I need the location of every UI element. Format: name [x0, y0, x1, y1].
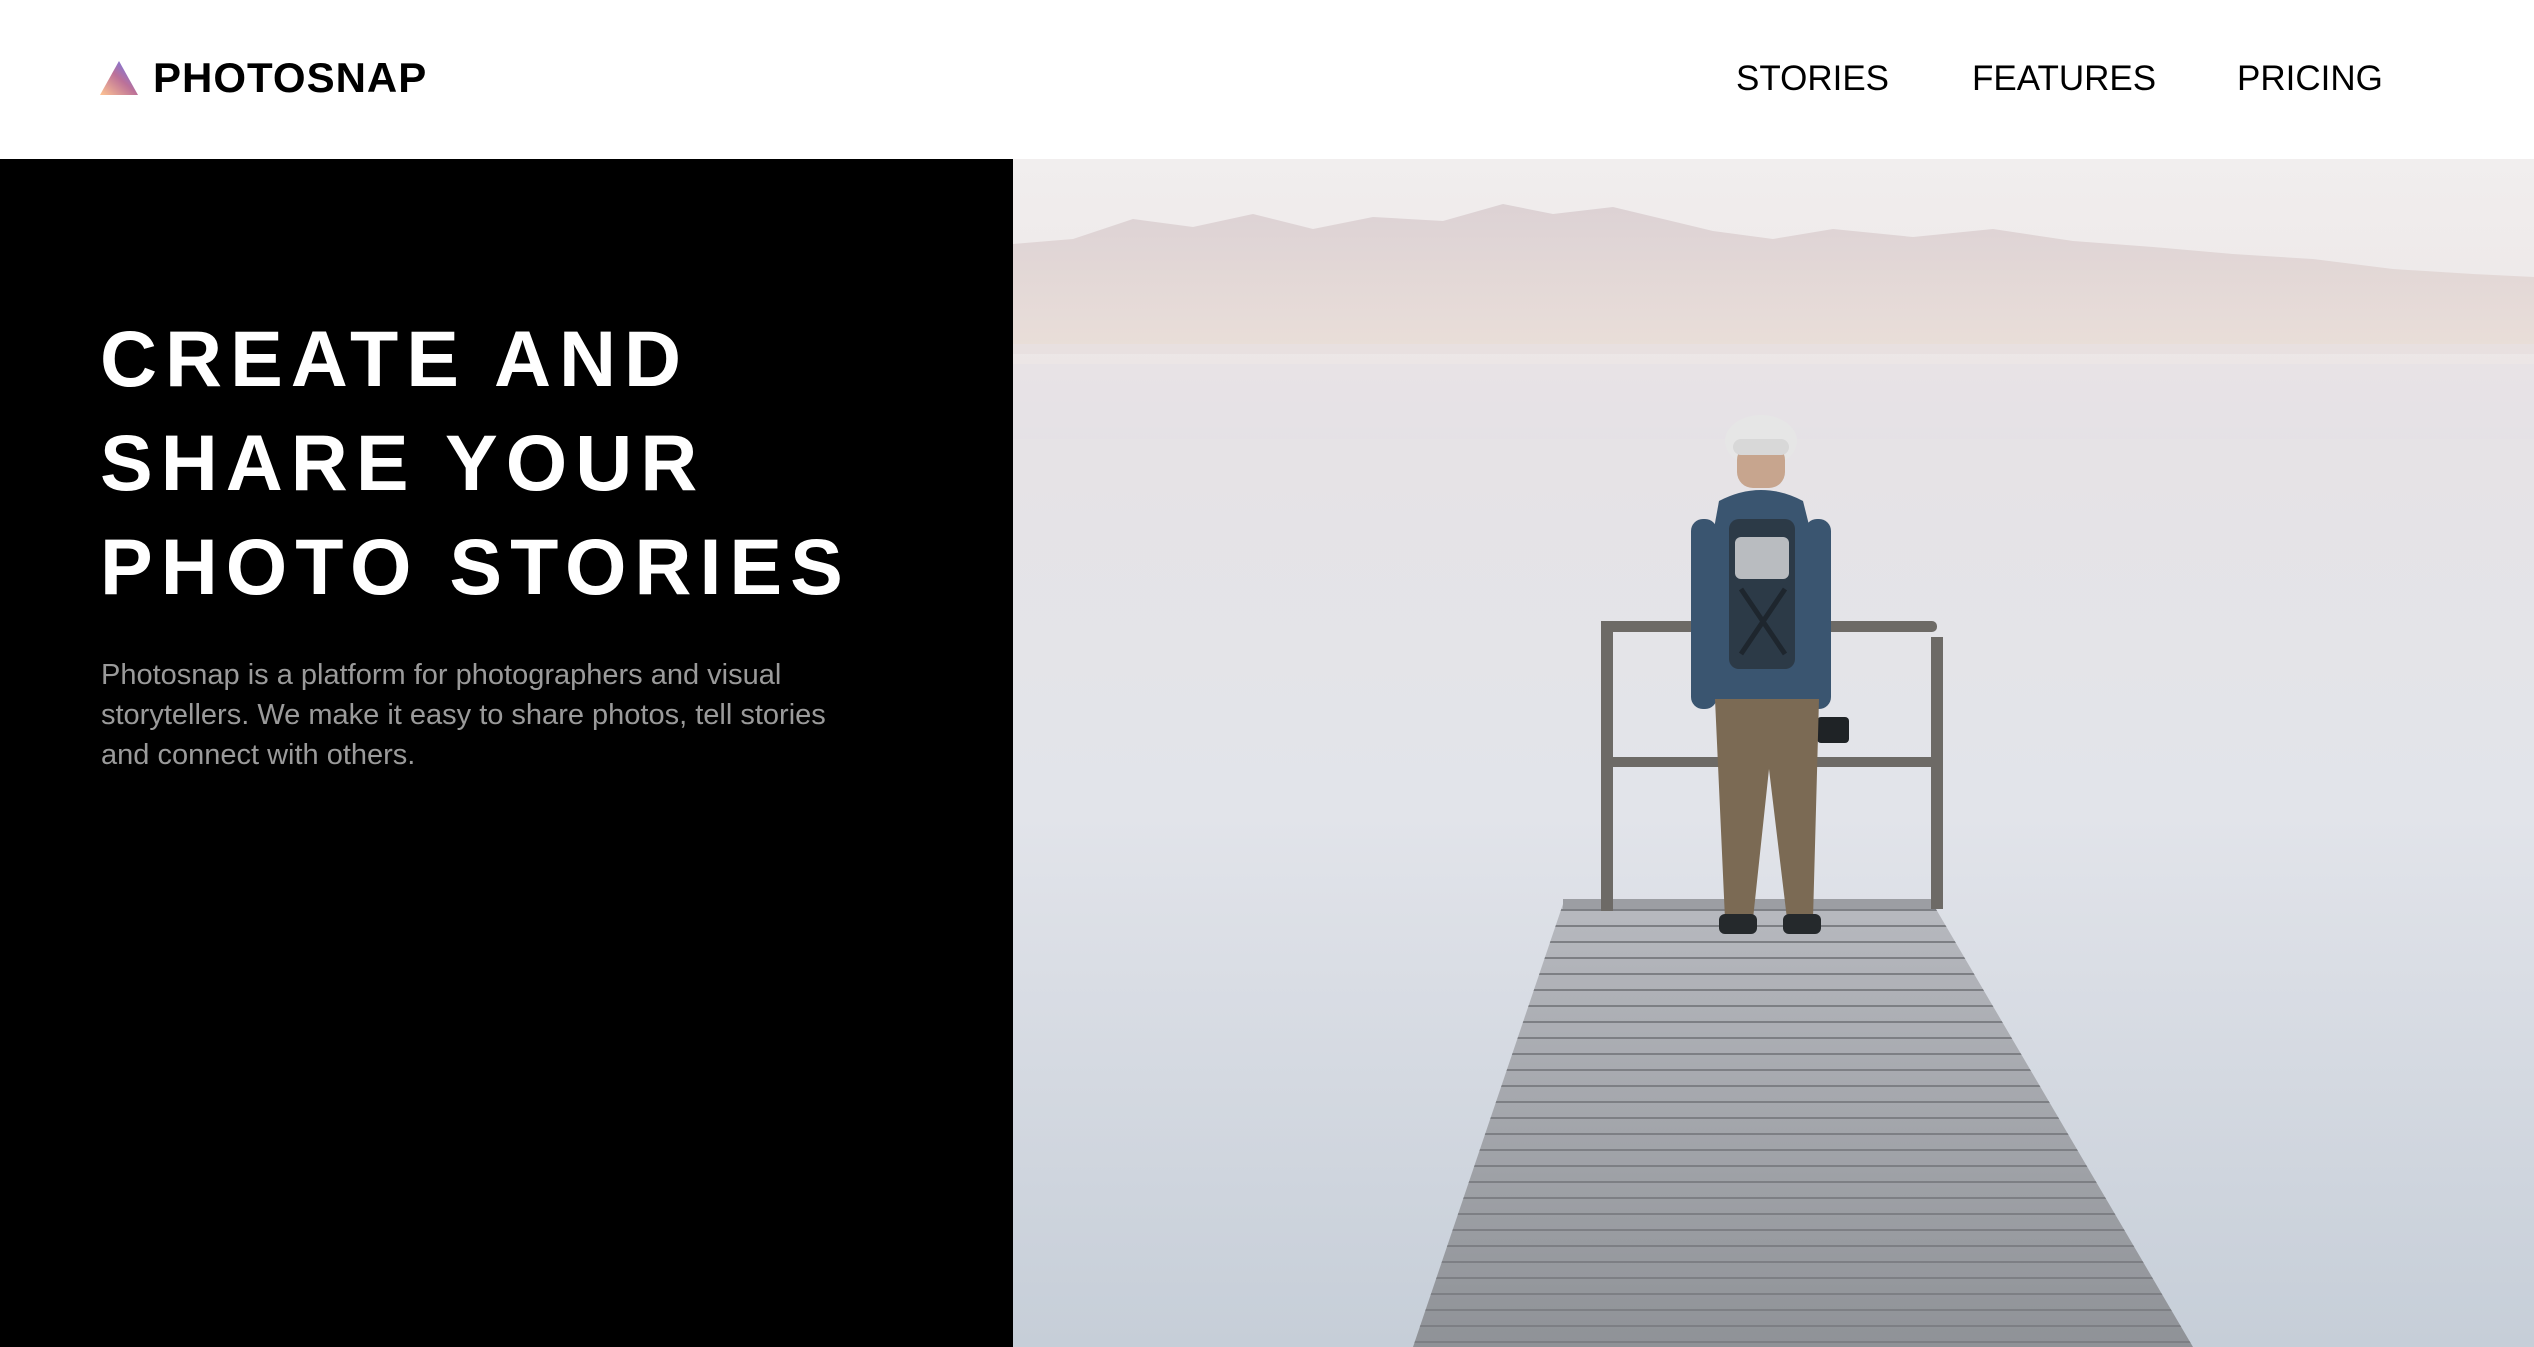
hero-description-line: storytellers. We make it easy to share p…	[101, 699, 826, 731]
triangle-logo-icon	[100, 61, 138, 95]
nav-link-pricing[interactable]: PRICING	[2237, 56, 2383, 102]
hero-description: Photosnap is a platform for photographer…	[101, 655, 901, 775]
photographer-on-pier-image	[1013, 159, 2534, 1347]
nav-link-stories[interactable]: STORIES	[1736, 56, 1889, 102]
hero-title: CREATE AND SHARE YOUR PHOTO STORIES	[100, 307, 980, 619]
hero-title-line: CREATE AND	[100, 314, 690, 403]
hero-description-line: and connect with others.	[101, 739, 416, 771]
brand-name: PHOTOSNAP	[153, 54, 428, 101]
hero-title-line: SHARE YOUR	[100, 418, 706, 507]
hero-description-line: Photosnap is a platform for photographer…	[101, 659, 782, 691]
hero-title-line: PHOTO STORIES	[100, 522, 851, 611]
brand-logo[interactable]: PHOTOSNAP	[100, 56, 427, 100]
site-header: PHOTOSNAP STORIES FEATURES PRICING	[0, 0, 2534, 159]
nav-link-features[interactable]: FEATURES	[1972, 56, 2156, 102]
